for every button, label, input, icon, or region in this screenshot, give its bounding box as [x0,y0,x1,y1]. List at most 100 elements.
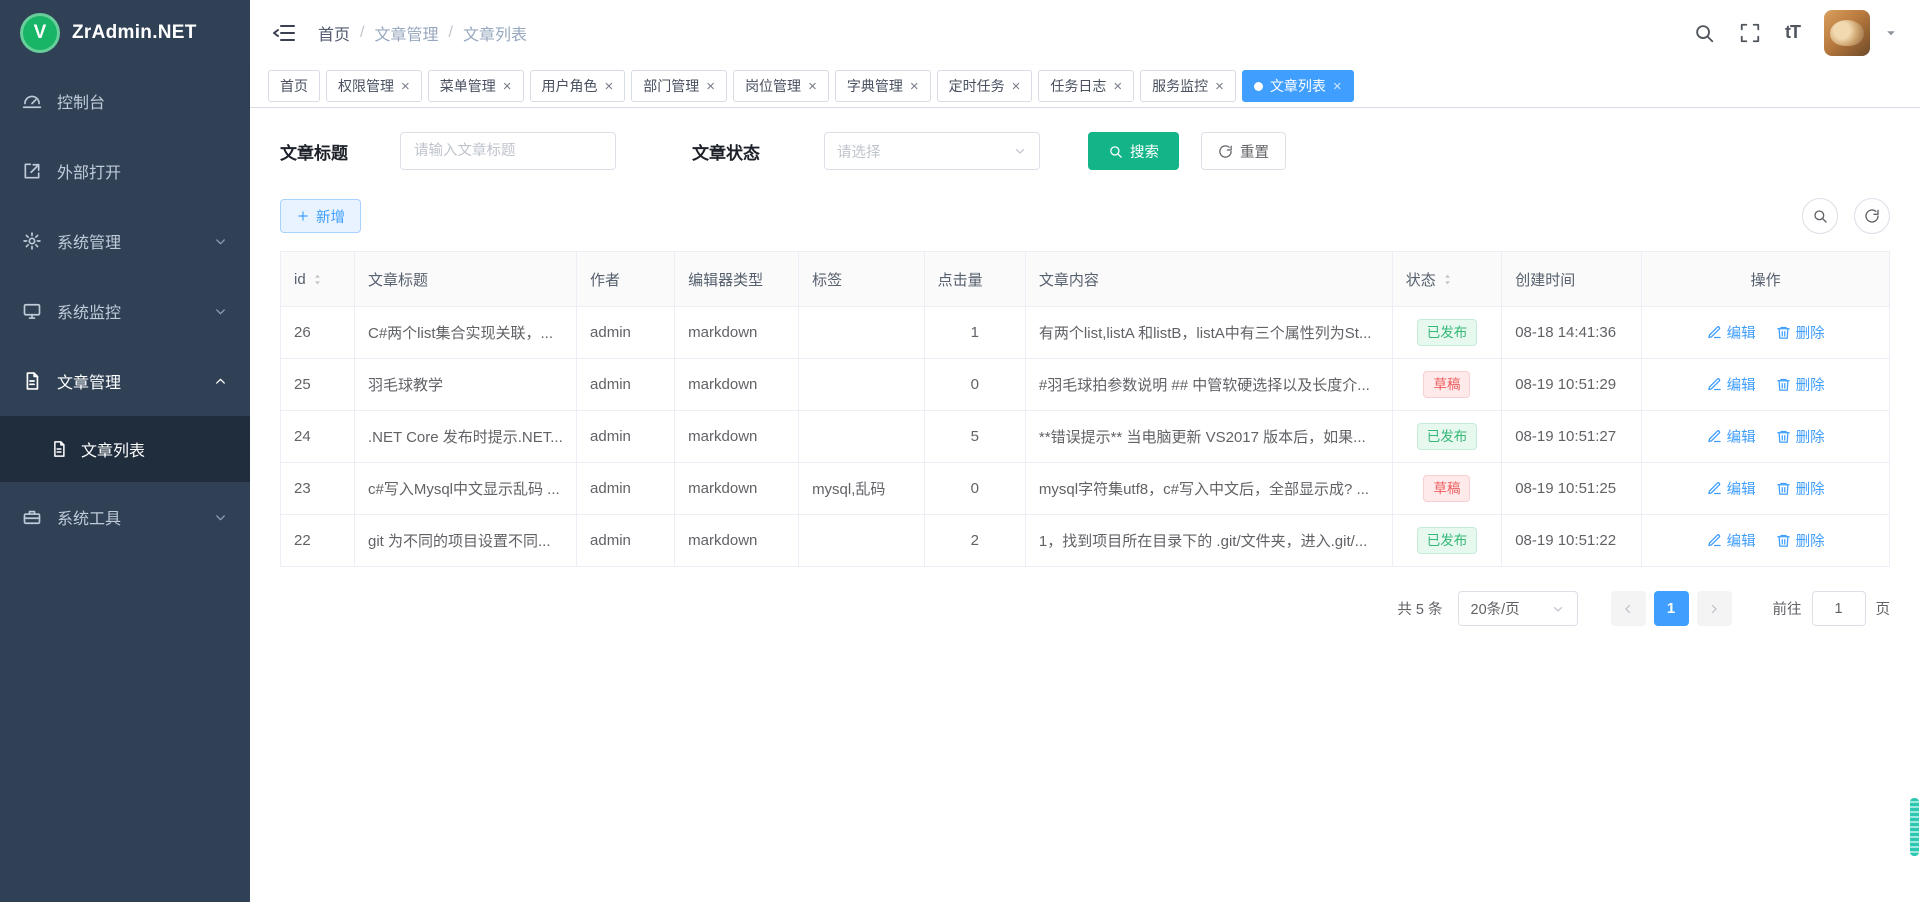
cell-status: 已发布 [1392,307,1501,359]
search-button[interactable]: 搜索 [1088,132,1179,170]
tab-6[interactable]: 字典管理 × [835,70,931,102]
delete-link-label: 删除 [1796,530,1825,551]
title-filter-input[interactable] [400,132,616,170]
reset-button[interactable]: 重置 [1201,132,1286,170]
edit-link-label: 编辑 [1727,322,1756,343]
next-page-button[interactable] [1697,591,1732,626]
table-tools [1802,198,1890,234]
cell-id: 25 [281,359,355,411]
tab-5[interactable]: 岗位管理× [733,70,829,102]
sidebar: V ZrAdmin.NET 控制台外部打开系统管理系统监控文章管理文章列表系统工… [0,0,250,902]
delete-link[interactable]: 删除 [1776,530,1825,551]
prev-page-button[interactable] [1611,591,1646,626]
tab-1[interactable]: 权限管理× [326,70,422,102]
edit-link[interactable]: 编辑 [1707,478,1756,499]
fullscreen-icon[interactable] [1739,22,1761,44]
cell-id: 23 [281,463,355,515]
breadcrumb-item[interactable]: 首页 [318,21,350,45]
tab-3[interactable]: 用户角色× [530,70,626,102]
column-header-id[interactable]: id [281,252,355,307]
tab-9[interactable]: 服务监控× [1140,70,1236,102]
add-button[interactable]: 新增 [280,199,361,233]
dashboard-icon [22,91,42,111]
column-header-label: 操作 [1751,269,1781,290]
tab-close-icon[interactable]: × [808,79,817,94]
status-filter-select[interactable]: 请选择 [824,132,1040,170]
search-icon[interactable] [1693,22,1715,44]
delete-link-label: 删除 [1796,374,1825,395]
edit-link[interactable]: 编辑 [1707,374,1756,395]
column-header-inner: 文章标题 [368,269,428,290]
page-size-select[interactable]: 20条/页 [1458,591,1578,626]
tab-close-icon[interactable]: × [1333,79,1342,94]
document-icon [22,371,42,391]
chevron-left-icon [1621,602,1635,616]
filter-form: 文章标题 文章状态 请选择 搜索 重置 [280,132,1890,170]
logo[interactable]: V ZrAdmin.NET [0,0,250,66]
column-header-label: 标签 [812,269,842,290]
delete-link[interactable]: 删除 [1776,322,1825,343]
column-header-status[interactable]: 状态 [1392,252,1501,307]
toggle-search-button[interactable] [1802,198,1838,234]
scrollbar-thumb[interactable] [1910,798,1919,856]
sidebar-subitem-article-list[interactable]: 文章列表 [0,416,250,482]
tab-close-icon[interactable]: × [605,79,614,94]
breadcrumb-item: 文章列表 [463,21,527,45]
delete-link[interactable]: 删除 [1776,426,1825,447]
sidebar-item-article[interactable]: 文章管理 [0,346,250,416]
edit-link[interactable]: 编辑 [1707,426,1756,447]
cell-clicks: 5 [924,411,1025,463]
status-badge: 已发布 [1417,319,1478,346]
tab-close-icon[interactable]: × [401,79,410,94]
tab-8[interactable]: 任务日志× [1038,70,1134,102]
main-area: 首页/文章管理/文章列表 tT 首页权限管理×菜单管理×用户角色×部门管理×岗位… [250,0,1920,902]
cell-status: 草稿 [1392,359,1501,411]
sidebar-item-monitor[interactable]: 系统监控 [0,276,250,346]
cell-title: 羽毛球教学 [355,359,577,411]
table-row: 24.NET Core 发布时提示.NET...adminmarkdown5**… [281,411,1890,463]
chevron-down-icon [1551,602,1565,616]
goto-page-input[interactable] [1812,591,1866,626]
menu-fold-icon[interactable] [272,21,296,45]
cell-tags: mysql,乱码 [799,463,925,515]
avatar[interactable] [1824,10,1870,56]
tab-10[interactable]: 文章列表× [1242,70,1354,102]
tab-close-icon[interactable]: × [1012,79,1021,94]
tab-close-icon[interactable]: × [503,79,512,94]
delete-link-label: 删除 [1796,478,1825,499]
tab-2[interactable]: 菜单管理× [428,70,524,102]
delete-link[interactable]: 删除 [1776,478,1825,499]
breadcrumb-item: 文章管理 [374,21,438,45]
sidebar-item-external[interactable]: 外部打开 [0,136,250,206]
tab-close-icon[interactable]: × [1215,79,1224,94]
submenu-item-label: 文章列表 [81,437,145,461]
tab-close-icon[interactable]: × [706,79,715,94]
caret-down-icon[interactable] [1884,26,1898,40]
column-header-inner: 标签 [812,269,842,290]
status-badge: 已发布 [1417,527,1478,554]
sidebar-item-dashboard[interactable]: 控制台 [0,66,250,136]
tab-close-icon[interactable]: × [910,79,919,94]
delete-icon [1776,377,1791,392]
refresh-table-button[interactable] [1854,198,1890,234]
cell-author: admin [577,463,675,515]
edit-link[interactable]: 编辑 [1707,530,1756,551]
tab-label: 字典管理 [847,76,903,96]
tab-7[interactable]: 定时任务× [937,70,1033,102]
cell-clicks: 1 [924,307,1025,359]
cell-created: 08-18 14:41:36 [1502,307,1642,359]
edit-icon [1707,325,1722,340]
sidebar-item-tools[interactable]: 系统工具 [0,482,250,552]
cell-content: 有两个list,listA 和listB，listA中有三个属性列为St... [1025,307,1392,359]
font-size-icon[interactable]: tT [1785,22,1800,43]
title-filter-label: 文章标题 [280,139,348,164]
topbar: 首页/文章管理/文章列表 tT [250,0,1920,65]
edit-link[interactable]: 编辑 [1707,322,1756,343]
tab-close-icon[interactable]: × [1113,79,1122,94]
tab-label: 首页 [280,76,308,96]
page-number-button[interactable]: 1 [1654,591,1689,626]
sidebar-item-system[interactable]: 系统管理 [0,206,250,276]
tab-4[interactable]: 部门管理× [631,70,727,102]
tab-0[interactable]: 首页 [268,70,320,102]
delete-link[interactable]: 删除 [1776,374,1825,395]
